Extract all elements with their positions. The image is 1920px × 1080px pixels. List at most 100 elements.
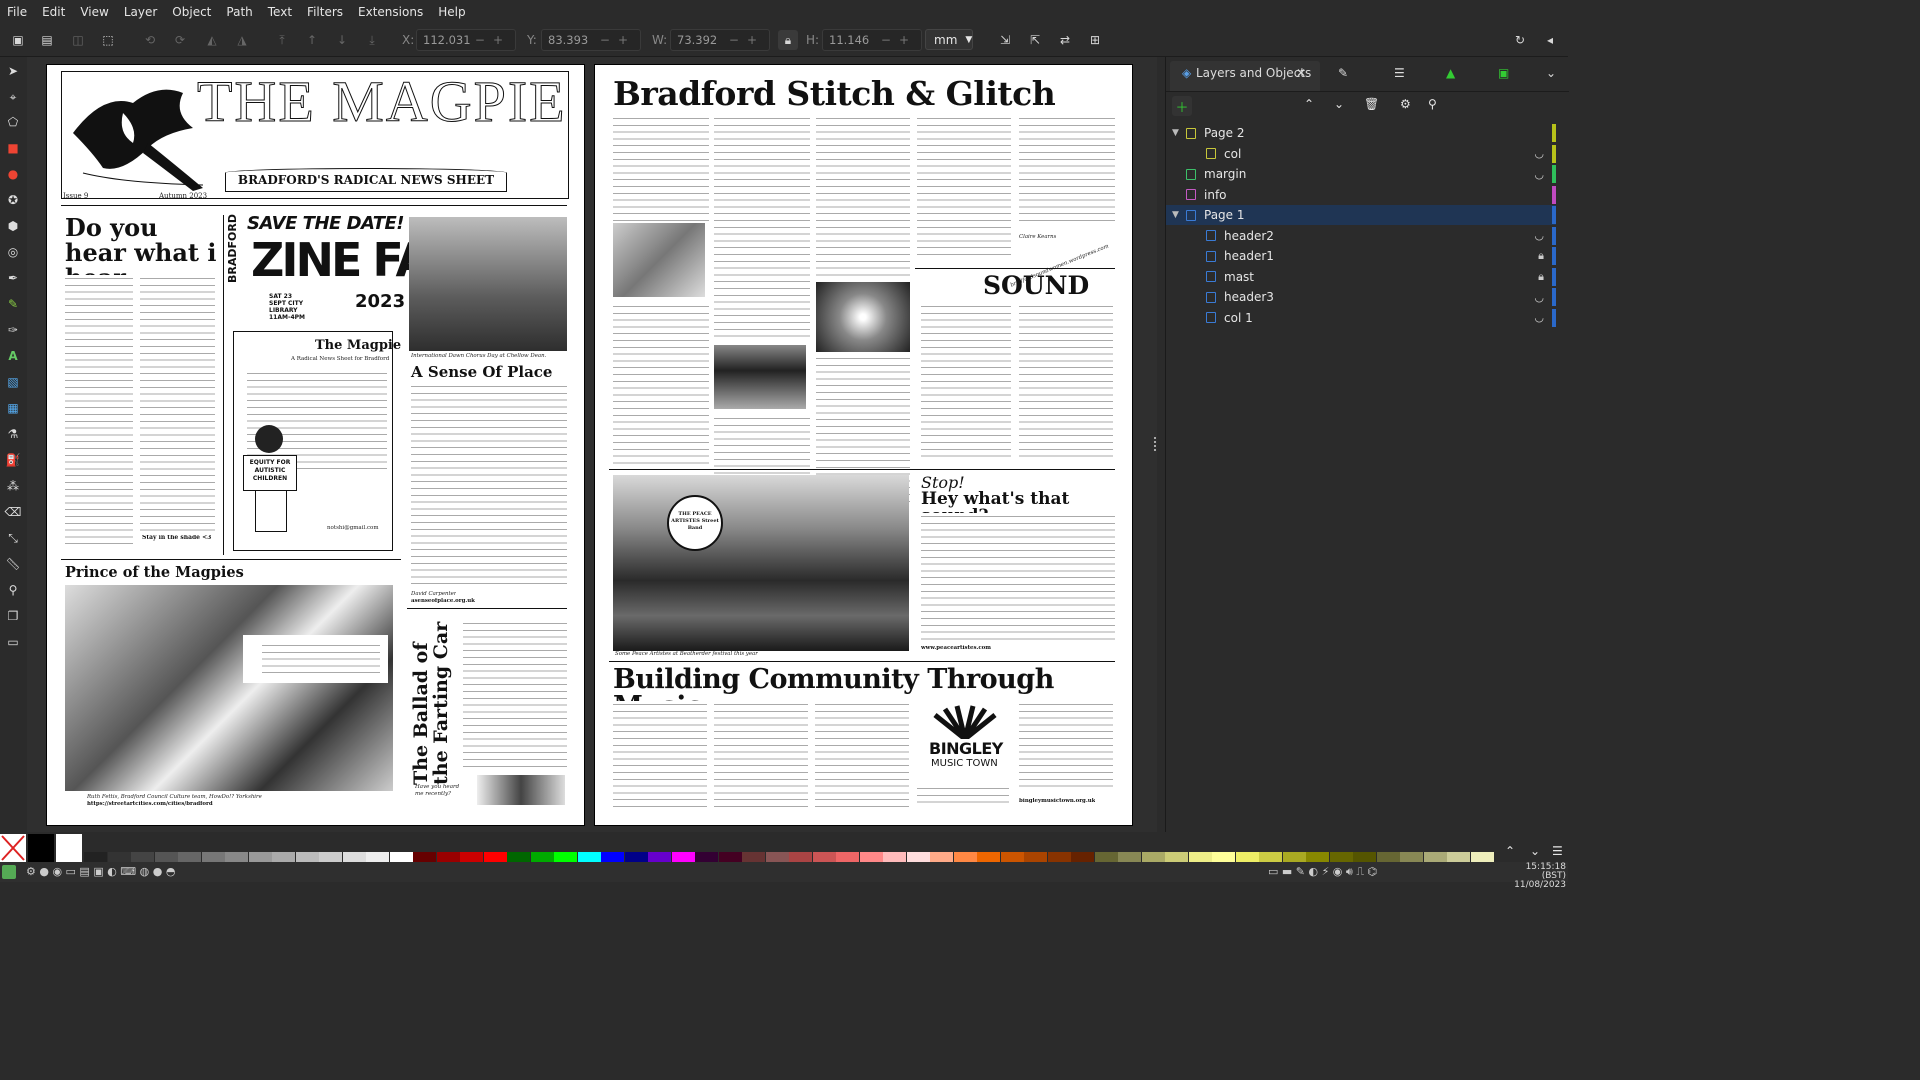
color-swatch[interactable]: [1165, 852, 1188, 862]
chevron-down-icon[interactable]: ⌄: [1546, 66, 1556, 80]
menu-extensions[interactable]: Extensions: [351, 5, 431, 19]
color-swatch[interactable]: [1141, 852, 1165, 862]
color-swatch[interactable]: [1400, 852, 1423, 862]
color-swatch[interactable]: [1024, 852, 1047, 862]
layer-row[interactable]: header3 ◡: [1166, 287, 1556, 307]
black-swatch[interactable]: [28, 834, 54, 862]
color-swatch[interactable]: [1047, 852, 1071, 862]
color-swatch[interactable]: [389, 852, 413, 862]
app-icons[interactable]: ⚙ ● ◉ ▭ ▤ ▣ ◐ ⌨ ◍ ● ◓: [26, 865, 175, 878]
dropper-tool-icon[interactable]: ⚗: [5, 426, 21, 442]
color-swatch[interactable]: [718, 852, 742, 862]
color-swatch[interactable]: [1235, 852, 1259, 862]
eye-closed-icon[interactable]: ◡: [1534, 147, 1544, 160]
color-swatch[interactable]: [413, 852, 436, 862]
color-swatch[interactable]: [883, 852, 906, 862]
color-swatch[interactable]: [342, 852, 366, 862]
no-paint-swatch[interactable]: [0, 834, 26, 862]
deselect-icon[interactable]: ◫: [68, 30, 88, 50]
color-swatch[interactable]: [107, 852, 131, 862]
calligraphy-tool-icon[interactable]: ✑: [5, 322, 21, 338]
color-swatch[interactable]: [695, 852, 718, 862]
color-swatch[interactable]: [1282, 852, 1306, 862]
close-tab-icon[interactable]: ✕: [1296, 66, 1306, 80]
tab-xml-editor-icon[interactable]: ✎: [1338, 66, 1348, 80]
layer-row[interactable]: header1 🔒︎: [1166, 246, 1556, 266]
canvas[interactable]: THE MAGPIE BRADFORD'S RADICAL NEWS SHEET…: [27, 57, 1157, 832]
color-swatch[interactable]: [601, 852, 624, 862]
y-stepper-icon[interactable]: −+: [600, 33, 636, 47]
color-swatch[interactable]: [906, 852, 930, 862]
menu-text[interactable]: Text: [261, 5, 300, 19]
color-swatch[interactable]: [1376, 852, 1400, 862]
spray-tool-icon[interactable]: ⁂: [5, 478, 21, 494]
color-swatch[interactable]: [178, 852, 201, 862]
eye-closed-icon[interactable]: ◡: [1534, 229, 1544, 242]
menu-layer[interactable]: Layer: [117, 5, 165, 19]
move-up-icon[interactable]: ⌃: [1304, 97, 1314, 111]
color-swatch[interactable]: [1188, 852, 1212, 862]
select-all-layers-icon[interactable]: ▤: [37, 30, 57, 50]
color-swatch[interactable]: [1306, 852, 1329, 862]
h-stepper-icon[interactable]: −+: [881, 33, 917, 47]
menu-path[interactable]: Path: [219, 5, 260, 19]
color-swatch[interactable]: [1447, 852, 1470, 862]
add-layer-icon[interactable]: ＋: [1172, 96, 1192, 116]
menu-view[interactable]: View: [73, 5, 116, 19]
move-patterns-icon[interactable]: ⊞: [1085, 30, 1105, 50]
eye-closed-icon[interactable]: ◡: [1534, 311, 1544, 324]
color-swatch[interactable]: [1423, 852, 1447, 862]
page-1[interactable]: THE MAGPIE BRADFORD'S RADICAL NEWS SHEET…: [46, 64, 585, 826]
unit-selector[interactable]: mm ▼: [925, 29, 973, 50]
flip-horizontal-icon[interactable]: ◭: [202, 30, 222, 50]
layer-row[interactable]: mast 🔒︎: [1166, 267, 1556, 287]
touch-select-icon[interactable]: ⬚: [98, 30, 118, 50]
color-swatch[interactable]: [1353, 852, 1376, 862]
eraser-tool-icon[interactable]: ⌫: [5, 504, 22, 520]
color-swatch[interactable]: [507, 852, 530, 862]
color-swatch[interactable]: [836, 852, 859, 862]
tab-align-icon[interactable]: ☰: [1394, 66, 1405, 80]
pages-tool-icon[interactable]: ❐: [5, 608, 21, 624]
layer-row[interactable]: margin ◡: [1166, 164, 1556, 184]
eye-closed-icon[interactable]: ◡: [1534, 291, 1544, 304]
color-swatch[interactable]: [648, 852, 671, 862]
ellipse-tool-icon[interactable]: ●: [5, 166, 21, 182]
select-all-icon[interactable]: ▣: [8, 30, 28, 50]
palette-down-icon[interactable]: ⌄: [1530, 844, 1540, 858]
color-swatch[interactable]: [1000, 852, 1024, 862]
expand-icon[interactable]: ▼: [1172, 128, 1182, 138]
pencil-tool-icon[interactable]: ✎: [5, 296, 21, 312]
color-swatch[interactable]: [812, 852, 836, 862]
box3d-tool-icon[interactable]: ⬢: [5, 218, 21, 234]
search-icon[interactable]: ⚲: [1428, 97, 1437, 111]
color-swatch[interactable]: [859, 852, 883, 862]
rotate-ccw-icon[interactable]: ⟲: [140, 30, 160, 50]
x-input[interactable]: 112.031 −+: [416, 29, 516, 51]
delete-icon[interactable]: 🗑︎: [1364, 97, 1379, 111]
menu-object[interactable]: Object: [165, 5, 219, 19]
color-swatch[interactable]: [366, 852, 389, 862]
color-swatch[interactable]: [624, 852, 648, 862]
color-swatch[interactable]: [225, 852, 248, 862]
color-swatch[interactable]: [154, 852, 178, 862]
x-stepper-icon[interactable]: −+: [475, 33, 511, 47]
color-swatch[interactable]: [530, 852, 554, 862]
measure-tool-icon[interactable]: 📏︎: [5, 556, 21, 572]
lower-icon[interactable]: ↓: [332, 30, 352, 50]
menu-help[interactable]: Help: [431, 5, 473, 19]
menu-edit[interactable]: Edit: [35, 5, 73, 19]
color-swatch[interactable]: [1118, 852, 1141, 862]
color-swatch[interactable]: [765, 852, 789, 862]
scale-stroke-icon[interactable]: ⇲: [995, 30, 1015, 50]
color-swatch[interactable]: [248, 852, 272, 862]
page-2[interactable]: Bradford Stitch & Glitch Claire Kearns b…: [594, 64, 1133, 826]
tray-icons[interactable]: ▭ ▬ ✎ ◐ ⚡ ◉ 🔊︎ ⎍ ⌬: [1268, 865, 1377, 879]
tab-export-icon[interactable]: ▣: [1498, 66, 1509, 80]
color-swatch[interactable]: [789, 852, 812, 862]
layer-row[interactable]: col ◡: [1166, 144, 1556, 164]
selector-tool-icon[interactable]: ➤: [5, 63, 21, 79]
menu-filters[interactable]: Filters: [300, 5, 351, 19]
rotate-cw-icon[interactable]: ⟳: [170, 30, 190, 50]
start-menu-icon[interactable]: [2, 865, 16, 879]
